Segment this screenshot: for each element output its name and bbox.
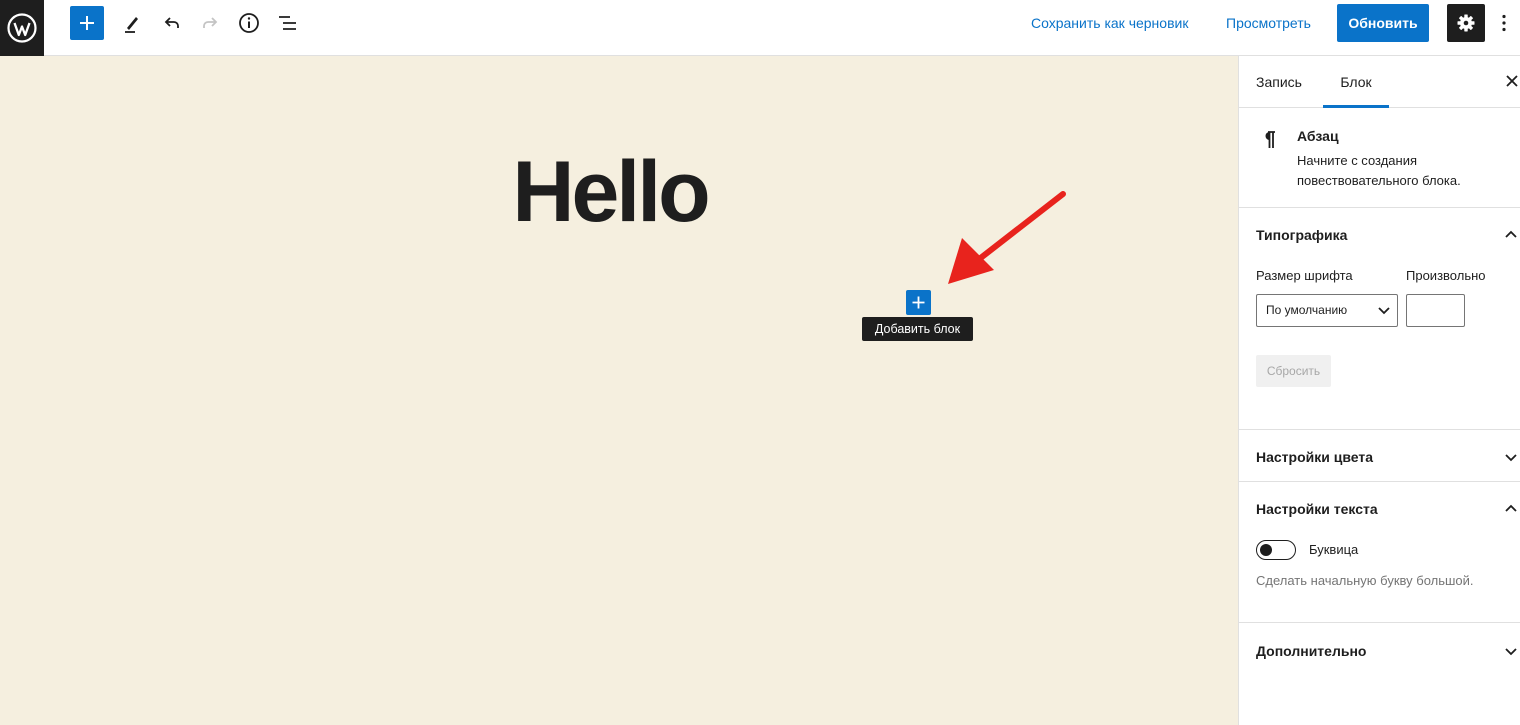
- preview-button[interactable]: Просмотреть: [1226, 14, 1311, 32]
- more-vertical-icon: [1502, 14, 1506, 32]
- editor-canvas[interactable]: Hello Добавить блок: [0, 56, 1238, 725]
- list-view-button[interactable]: [271, 5, 305, 41]
- details-button[interactable]: [232, 5, 266, 41]
- sidebar-tabs: Запись Блок: [1239, 56, 1520, 108]
- more-options-button[interactable]: [1494, 8, 1514, 38]
- wordpress-icon: [7, 13, 37, 43]
- plus-icon: [80, 16, 94, 30]
- paragraph-icon: [1265, 131, 1275, 148]
- chevron-up-icon[interactable]: [1503, 500, 1519, 516]
- tools-button[interactable]: [115, 5, 149, 41]
- typography-title[interactable]: Типографика: [1256, 227, 1347, 243]
- redo-button[interactable]: [193, 5, 227, 41]
- settings-sidebar: Запись Блок Абзац Начните с создания пов…: [1238, 56, 1520, 725]
- chevron-down-icon: [1378, 307, 1390, 315]
- tab-post[interactable]: Запись: [1256, 56, 1302, 108]
- toggle-knob: [1260, 543, 1272, 556]
- drop-cap-label: Буквица: [1309, 542, 1359, 557]
- settings-button[interactable]: [1447, 4, 1485, 42]
- info-icon: [239, 13, 259, 33]
- list-view-icon: [279, 16, 296, 30]
- editor-header: Сохранить как черновик Просмотреть Обнов…: [0, 0, 1520, 56]
- typography-panel: Типографика Размер шрифта Произвольно По…: [1239, 208, 1520, 430]
- plus-icon: [912, 296, 925, 309]
- color-settings-panel[interactable]: Настройки цвета: [1239, 430, 1520, 482]
- font-size-label: Размер шрифта: [1256, 268, 1353, 283]
- color-settings-title[interactable]: Настройки цвета: [1256, 449, 1373, 465]
- custom-font-size-input[interactable]: [1406, 294, 1465, 327]
- advanced-title[interactable]: Дополнительно: [1256, 643, 1366, 659]
- add-block-button[interactable]: [906, 290, 931, 315]
- block-inserter-button[interactable]: [70, 6, 104, 40]
- tab-block[interactable]: Блок: [1323, 56, 1389, 108]
- chevron-down-icon[interactable]: [1503, 449, 1519, 465]
- block-name: Абзац: [1297, 128, 1339, 144]
- text-settings-panel: Настройки текста Буквица Сделать начальн…: [1239, 482, 1520, 623]
- drop-cap-hint: Сделать начальную букву большой.: [1256, 573, 1474, 588]
- advanced-panel[interactable]: Дополнительно: [1239, 623, 1520, 677]
- red-arrow-annotation: [948, 191, 1066, 284]
- drop-cap-toggle[interactable]: [1256, 540, 1296, 560]
- block-description-line1: Начните с создания: [1297, 153, 1418, 168]
- block-description-line2: повествовательного блока.: [1297, 173, 1461, 188]
- undo-button[interactable]: [155, 5, 189, 41]
- font-size-select[interactable]: По умолчанию: [1256, 294, 1398, 327]
- chevron-up-icon[interactable]: [1503, 226, 1519, 242]
- close-icon[interactable]: [1504, 73, 1520, 89]
- gear-icon: [1457, 14, 1475, 32]
- chevron-down-icon[interactable]: [1503, 643, 1519, 659]
- pencil-icon: [125, 17, 138, 33]
- redo-icon: [203, 17, 218, 28]
- add-block-tooltip: Добавить блок: [862, 317, 973, 341]
- update-button[interactable]: Обновить: [1337, 4, 1429, 42]
- custom-size-label: Произвольно: [1406, 268, 1486, 283]
- save-draft-button[interactable]: Сохранить как черновик: [1031, 14, 1188, 32]
- font-size-select-value: По умолчанию: [1266, 303, 1348, 317]
- reset-button[interactable]: Сбросить: [1256, 355, 1331, 387]
- text-settings-title[interactable]: Настройки текста: [1256, 501, 1378, 517]
- wordpress-logo-button[interactable]: [0, 0, 44, 56]
- undo-icon: [164, 17, 179, 28]
- block-card: Абзац Начните с создания повествовательн…: [1239, 108, 1520, 208]
